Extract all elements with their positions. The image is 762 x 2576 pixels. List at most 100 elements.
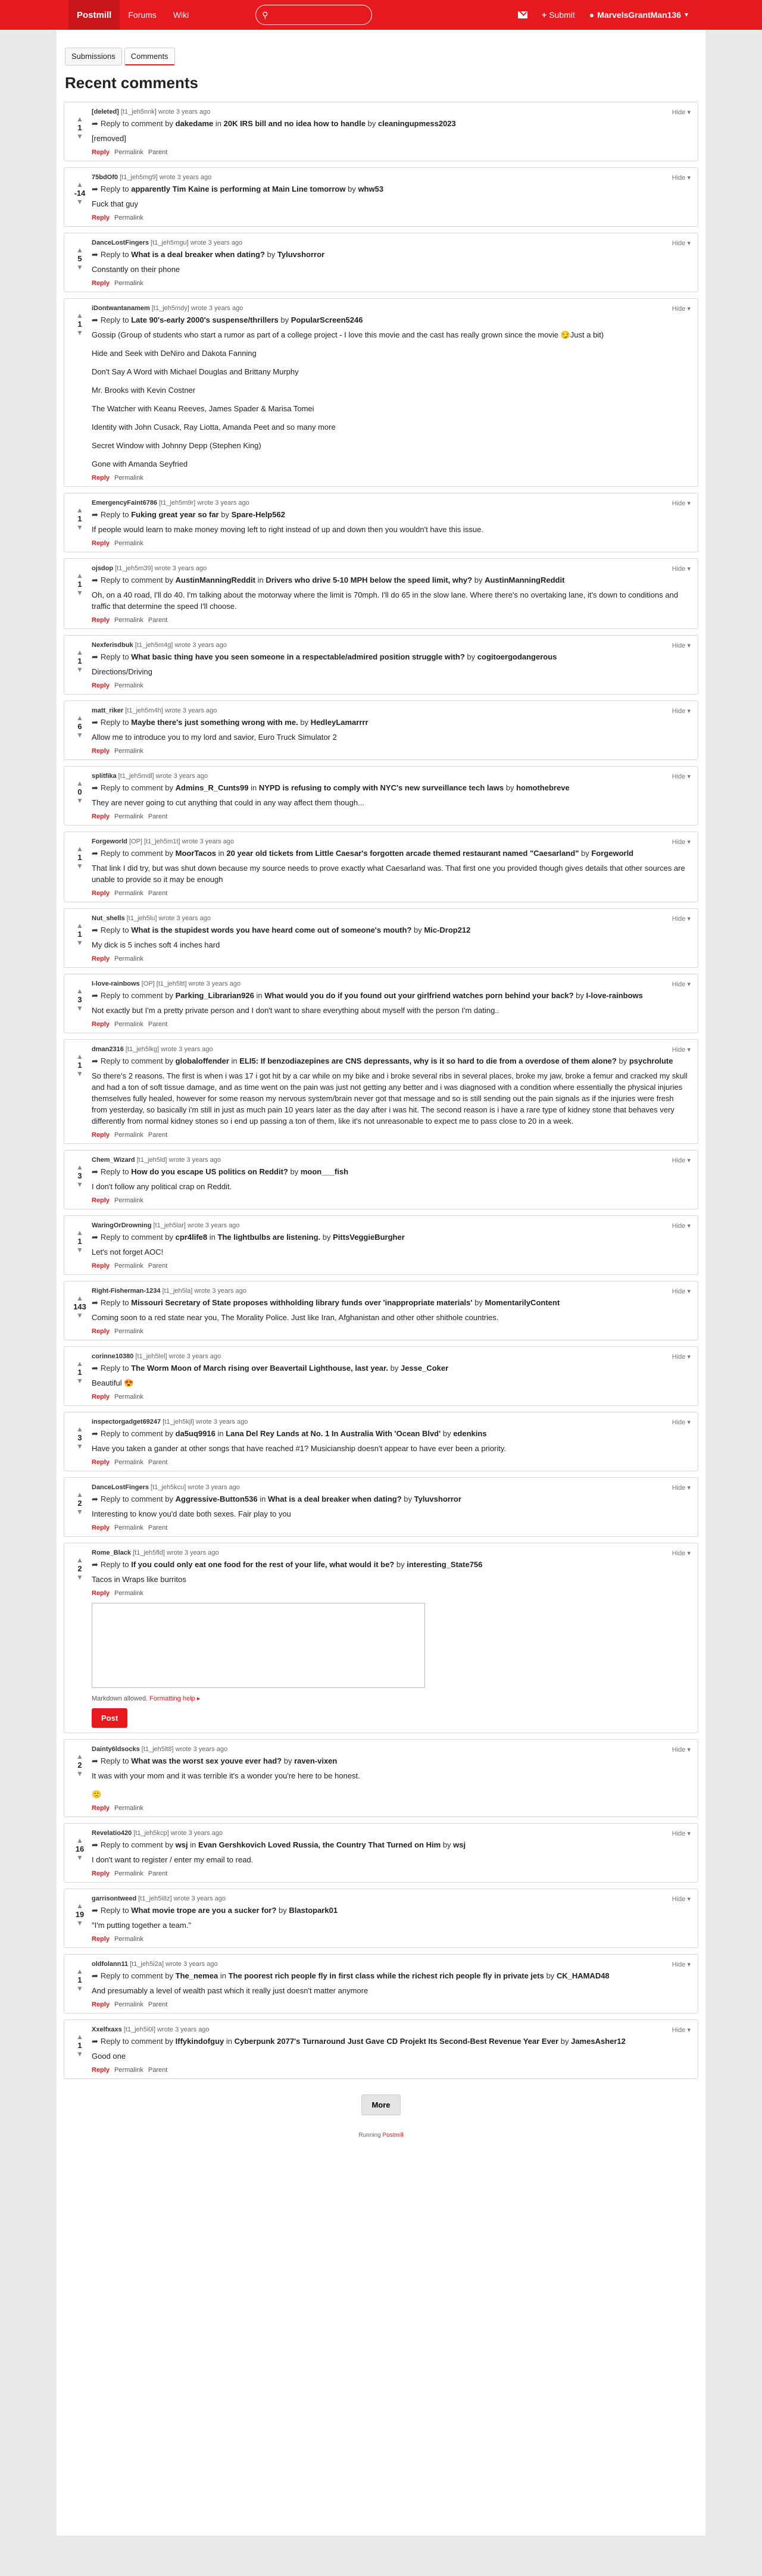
comment-author[interactable]: Forgeworld — [92, 838, 127, 845]
permalink-link[interactable]: Permalink — [114, 890, 143, 897]
comment-author[interactable]: matt_riker — [92, 707, 123, 714]
comment-author[interactable]: Rome_Black — [92, 1549, 131, 1556]
comment-author[interactable]: inspectorgadget69247 — [92, 1418, 161, 1425]
tab-comments[interactable]: Comments — [124, 48, 175, 65]
reply-link[interactable]: Reply — [92, 955, 110, 962]
comment-author[interactable]: Nut_shells — [92, 915, 125, 922]
search-box[interactable]: ⚲ — [255, 5, 373, 25]
hide-dropdown[interactable]: Hide ▾ — [672, 174, 691, 182]
thread-title-link[interactable]: What would you do if you found out your … — [264, 991, 573, 1000]
thread-author-link[interactable]: cogitoergodangerous — [477, 652, 557, 661]
upvote-icon[interactable]: ▲ — [76, 780, 83, 787]
hide-dropdown[interactable]: Hide ▾ — [672, 642, 691, 649]
thread-author-link[interactable]: Mic-Drop212 — [424, 926, 470, 934]
comment-author[interactable]: Nexferisdbuk — [92, 642, 133, 649]
permalink-link[interactable]: Permalink — [114, 1131, 143, 1139]
permalink-link[interactable]: Permalink — [114, 1393, 143, 1400]
thread-title-link[interactable]: Evan Gershkovich Loved Russia, the Count… — [198, 1840, 441, 1849]
downvote-icon[interactable]: ▼ — [76, 1854, 83, 1862]
downvote-icon[interactable]: ▼ — [76, 198, 83, 206]
thread-title-link[interactable]: The lightbulbs are listening. — [218, 1233, 321, 1242]
downvote-icon[interactable]: ▼ — [76, 1985, 83, 1993]
hide-dropdown[interactable]: Hide ▾ — [672, 305, 691, 312]
hide-dropdown[interactable]: Hide ▾ — [672, 1549, 691, 1557]
comment-author[interactable]: Revelatio420 — [92, 1830, 132, 1837]
downvote-icon[interactable]: ▼ — [76, 797, 83, 805]
post-button[interactable]: Post — [92, 1708, 128, 1728]
hide-dropdown[interactable]: Hide ▾ — [672, 2026, 691, 2034]
downvote-icon[interactable]: ▼ — [76, 1070, 83, 1078]
reply-link[interactable]: Reply — [92, 1393, 110, 1400]
hide-dropdown[interactable]: Hide ▾ — [672, 1830, 691, 1837]
hide-dropdown[interactable]: Hide ▾ — [672, 915, 691, 923]
permalink-link[interactable]: Permalink — [114, 1936, 143, 1943]
parent-link[interactable]: Parent — [148, 813, 167, 820]
downvote-icon[interactable]: ▼ — [76, 2050, 83, 2058]
parent-link[interactable]: Parent — [148, 1459, 167, 1466]
reply-target-user[interactable]: wsj — [176, 1840, 188, 1849]
permalink-link[interactable]: Permalink — [114, 1328, 143, 1335]
thread-title-link[interactable]: What is a deal breaker when dating? — [131, 250, 265, 259]
thread-title-link[interactable]: NYPD is refusing to comply with NYC's ne… — [259, 783, 504, 792]
thread-author-link[interactable]: wsj — [453, 1840, 466, 1849]
upvote-icon[interactable]: ▲ — [76, 312, 83, 320]
parent-link[interactable]: Parent — [148, 617, 167, 624]
upvote-icon[interactable]: ▲ — [76, 1295, 83, 1302]
reply-link[interactable]: Reply — [92, 748, 110, 755]
parent-link[interactable]: Parent — [148, 1021, 167, 1028]
permalink-link[interactable]: Permalink — [114, 748, 143, 755]
thread-title-link[interactable]: 20K IRS bill and no idea how to handle — [224, 119, 366, 128]
downvote-icon[interactable]: ▼ — [76, 1377, 83, 1385]
hide-dropdown[interactable]: Hide ▾ — [672, 1418, 691, 1426]
submit-button[interactable]: + Submit — [535, 10, 582, 20]
reply-link[interactable]: Reply — [92, 474, 110, 482]
downvote-icon[interactable]: ▼ — [76, 1920, 83, 1927]
thread-title-link[interactable]: Drivers who drive 5-10 MPH below the spe… — [266, 576, 472, 584]
reply-link[interactable]: Reply — [92, 2001, 110, 2008]
downvote-icon[interactable]: ▼ — [76, 939, 83, 947]
reply-link[interactable]: Reply — [92, 1131, 110, 1139]
thread-author-link[interactable]: HedleyLamarrrr — [311, 718, 368, 727]
hide-dropdown[interactable]: Hide ▾ — [672, 1287, 691, 1295]
permalink-link[interactable]: Permalink — [114, 1197, 143, 1204]
hide-dropdown[interactable]: Hide ▾ — [672, 1961, 691, 1968]
comment-author[interactable]: Dainty6ldsocks — [92, 1746, 140, 1753]
thread-author-link[interactable]: homothebreve — [516, 783, 570, 792]
comment-author[interactable]: corinne10380 — [92, 1353, 133, 1360]
reply-link[interactable]: Reply — [92, 682, 110, 689]
hide-dropdown[interactable]: Hide ▾ — [672, 707, 691, 715]
comment-author[interactable]: splitfika — [92, 773, 117, 780]
permalink-link[interactable]: Permalink — [114, 1805, 143, 1812]
downvote-icon[interactable]: ▼ — [76, 1246, 83, 1254]
tab-submissions[interactable]: Submissions — [65, 48, 122, 65]
upvote-icon[interactable]: ▲ — [76, 987, 83, 995]
reply-link[interactable]: Reply — [92, 1524, 110, 1531]
hide-dropdown[interactable]: Hide ▾ — [672, 838, 691, 846]
thread-title-link[interactable]: apparently Tim Kaine is performing at Ma… — [131, 185, 345, 193]
comment-author[interactable]: Right-Fisherman-1234 — [92, 1287, 161, 1295]
thread-author-link[interactable]: PopularScreen5246 — [291, 315, 363, 324]
inbox-button[interactable] — [511, 11, 535, 18]
reply-target-user[interactable]: cpr4life8 — [176, 1233, 207, 1242]
thread-title-link[interactable]: Late 90's-early 2000's suspense/thriller… — [131, 315, 279, 324]
thread-title-link[interactable]: What basic thing have you seen someone i… — [131, 652, 465, 661]
downvote-icon[interactable]: ▼ — [76, 133, 83, 140]
reply-link[interactable]: Reply — [92, 1021, 110, 1028]
nav-forums[interactable]: Forums — [120, 10, 164, 20]
permalink-link[interactable]: Permalink — [114, 540, 143, 547]
thread-author-link[interactable]: Spare-Help562 — [232, 510, 285, 519]
hide-dropdown[interactable]: Hide ▾ — [672, 1353, 691, 1361]
reply-link[interactable]: Reply — [92, 540, 110, 547]
permalink-link[interactable]: Permalink — [114, 1262, 143, 1270]
comment-author[interactable]: ojsdop — [92, 565, 113, 572]
parent-link[interactable]: Parent — [148, 1870, 167, 1877]
upvote-icon[interactable]: ▲ — [76, 845, 83, 853]
nav-wiki[interactable]: Wiki — [165, 10, 197, 20]
upvote-icon[interactable]: ▲ — [76, 246, 83, 254]
parent-link[interactable]: Parent — [148, 1131, 167, 1139]
downvote-icon[interactable]: ▼ — [76, 329, 83, 337]
permalink-link[interactable]: Permalink — [114, 474, 143, 482]
hide-dropdown[interactable]: Hide ▾ — [672, 1046, 691, 1053]
thread-author-link[interactable]: Tyluvshorror — [277, 250, 324, 259]
reply-target-user[interactable]: dakedame — [176, 119, 214, 128]
